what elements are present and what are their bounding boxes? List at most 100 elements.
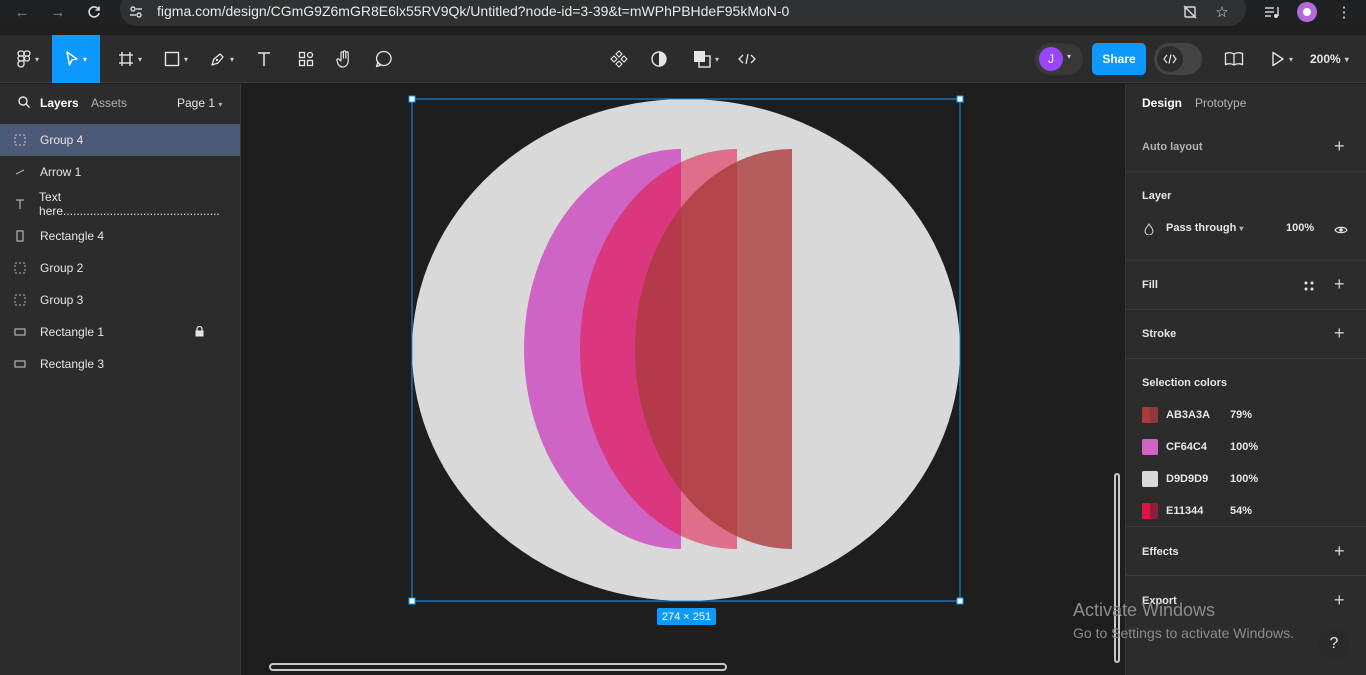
layer-row[interactable]: Rectangle 3	[0, 348, 240, 380]
add-auto-layout-icon[interactable]: +	[1334, 137, 1345, 155]
add-export-icon[interactable]: +	[1334, 591, 1345, 609]
activate-title: Activate Windows	[1073, 600, 1216, 620]
site-settings-icon[interactable]	[124, 0, 148, 24]
layer-name: Group 2	[40, 261, 84, 275]
layer-row[interactable]: Rectangle 1	[0, 316, 240, 348]
add-fill-icon[interactable]: +	[1334, 275, 1345, 293]
component-icon[interactable]	[606, 35, 632, 83]
avatar[interactable]: J	[1039, 47, 1063, 71]
add-stroke-icon[interactable]: +	[1334, 324, 1345, 342]
layer-opacity-input[interactable]: 100%	[1286, 222, 1314, 234]
layer-section: Layer Pass through ▾ 100%	[1126, 172, 1366, 261]
hand-tool-button[interactable]	[330, 35, 358, 83]
layer-row[interactable]: Group 3	[0, 284, 240, 316]
mask-icon[interactable]	[646, 35, 672, 83]
zoom-level: 200%	[1310, 52, 1341, 66]
selection-color-row[interactable]: CF64C4 100%	[1142, 437, 1352, 457]
layer-row[interactable]: Arrow 1	[0, 156, 240, 188]
color-swatch[interactable]	[1142, 407, 1158, 423]
color-hex[interactable]: E11344	[1166, 505, 1230, 517]
selection-color-row[interactable]: D9D9D9 100%	[1142, 469, 1352, 489]
layers-tabs: Layers Assets Page 1 ▾	[0, 84, 240, 122]
boolean-icon[interactable]: ▾	[688, 35, 724, 83]
section-title: Effects	[1142, 546, 1179, 558]
tab-assets[interactable]: Assets	[91, 96, 127, 110]
resize-handle-top-right[interactable]	[956, 95, 964, 103]
reload-icon[interactable]	[82, 0, 106, 24]
layer-row[interactable]: Group 2	[0, 252, 240, 284]
layer-row[interactable]: Rectangle 4	[0, 220, 240, 252]
pen-tool-button[interactable]: ▾	[202, 35, 242, 83]
resize-handle-bottom-right[interactable]	[956, 597, 964, 605]
section-title: Layer	[1142, 190, 1172, 202]
comment-tool-button[interactable]	[370, 35, 398, 83]
text-icon	[0, 198, 39, 210]
shape-tool-button[interactable]: ▾	[156, 35, 196, 83]
section-title: Selection colors	[1142, 377, 1227, 389]
group-icon	[0, 134, 40, 146]
layer-name: Group 3	[40, 293, 84, 307]
group-icon	[0, 294, 40, 306]
library-book-icon[interactable]	[1220, 35, 1248, 83]
fill-section: Fill +	[1126, 261, 1366, 310]
color-opacity[interactable]: 100%	[1230, 473, 1258, 485]
add-effect-icon[interactable]: +	[1334, 542, 1345, 560]
frame-tool-button[interactable]: ▾	[110, 35, 150, 83]
resize-handle-bottom-left[interactable]	[408, 597, 416, 605]
help-button[interactable]: ?	[1318, 628, 1350, 660]
styles-grid-icon[interactable]	[1304, 278, 1314, 296]
color-opacity[interactable]: 79%	[1230, 409, 1252, 421]
canvas[interactable]: 274 × 251	[241, 84, 1125, 675]
horizontal-scrollbar[interactable]	[269, 663, 727, 671]
color-hex[interactable]: CF64C4	[1166, 441, 1230, 453]
layer-row[interactable]: Group 4	[0, 124, 240, 156]
bookmark-star-icon[interactable]: ☆	[1210, 0, 1234, 24]
dev-mode-toggle[interactable]	[1154, 43, 1202, 75]
back-icon[interactable]: ←	[10, 0, 34, 24]
color-swatch[interactable]	[1142, 439, 1158, 455]
search-icon[interactable]	[18, 96, 30, 111]
text-tool-button[interactable]	[250, 35, 278, 83]
color-opacity[interactable]: 54%	[1230, 505, 1252, 517]
code-icon[interactable]	[736, 35, 758, 83]
chevron-down-icon: ▾	[218, 100, 223, 109]
group-icon	[0, 262, 40, 274]
selection-color-row[interactable]: AB3A3A 79%	[1142, 405, 1352, 425]
page-selector[interactable]: Page 1 ▾	[177, 96, 222, 110]
layer-name: Group 4	[40, 133, 84, 147]
resources-tool-button[interactable]	[292, 35, 320, 83]
color-hex[interactable]: AB3A3A	[1166, 409, 1230, 421]
share-button[interactable]: Share	[1092, 43, 1146, 75]
lock-icon[interactable]	[195, 325, 204, 340]
browser-menu-icon[interactable]: ⋮	[1332, 0, 1356, 24]
no-tracking-icon[interactable]	[1178, 0, 1202, 24]
selection-colors-section: Selection colors AB3A3A 79% CF64C4 100% …	[1126, 359, 1366, 527]
tab-design[interactable]: Design	[1142, 96, 1182, 110]
tab-prototype[interactable]: Prototype	[1195, 96, 1246, 110]
zoom-dropdown[interactable]: 200% ▾	[1310, 35, 1349, 83]
rectangle-portrait-icon	[0, 230, 40, 242]
chevron-down-icon: ▾	[1067, 52, 1072, 61]
main-menu-button[interactable]: ▾	[8, 35, 48, 83]
blend-mode-dropdown[interactable]: Pass through ▾	[1166, 222, 1243, 234]
present-button[interactable]: ▾	[1264, 35, 1300, 83]
layer-row[interactable]: Text here...............................…	[0, 188, 240, 220]
selection-color-row[interactable]: E11344 54%	[1142, 501, 1352, 521]
chevron-down-icon: ▾	[1239, 224, 1244, 233]
tab-layers[interactable]: Layers	[40, 96, 79, 110]
move-tool-button[interactable]: ▾	[52, 35, 100, 83]
resize-handle-top-left[interactable]	[408, 95, 416, 103]
color-swatch[interactable]	[1142, 471, 1158, 487]
multiplayer-avatar-pill[interactable]: J ▾	[1035, 43, 1083, 75]
color-swatch[interactable]	[1142, 503, 1158, 519]
layer-name: Rectangle 3	[40, 357, 105, 371]
media-playlist-icon[interactable]	[1260, 0, 1284, 24]
layer-name: Text here...............................…	[39, 190, 220, 218]
forward-icon[interactable]: →	[46, 0, 70, 24]
color-opacity[interactable]: 100%	[1230, 441, 1258, 453]
eye-icon[interactable]	[1334, 222, 1348, 240]
profile-avatar-icon[interactable]	[1295, 0, 1319, 24]
section-title: Stroke	[1142, 328, 1177, 340]
color-hex[interactable]: D9D9D9	[1166, 473, 1230, 485]
url-text[interactable]: figma.com/design/CGmG9Z6mGR8E6lx55RV9Qk/…	[157, 3, 789, 19]
